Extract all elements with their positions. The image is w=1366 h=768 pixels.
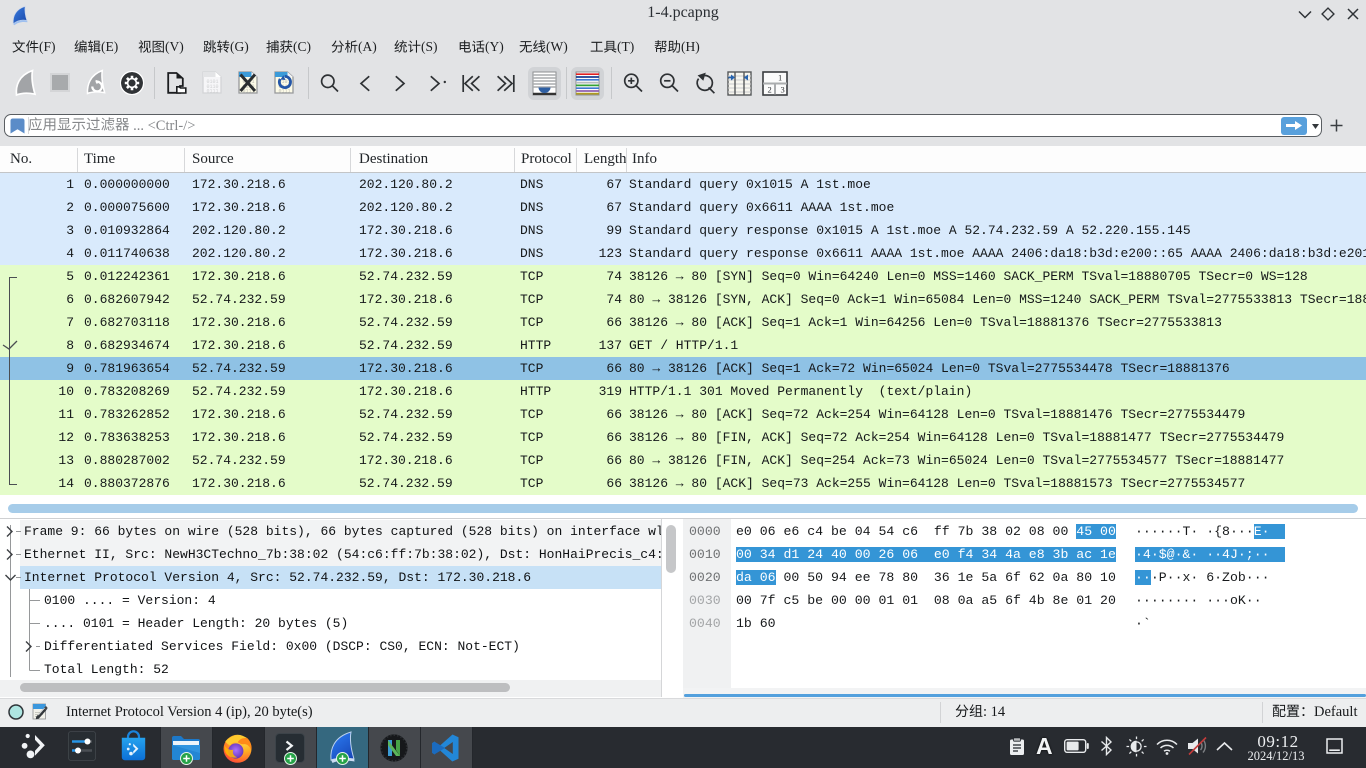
svg-text:0111: 0111 [279, 88, 291, 94]
svg-text:1: 1 [778, 72, 782, 82]
svg-text:2: 2 [768, 85, 772, 95]
svg-text:0111: 0111 [207, 88, 219, 94]
svg-text:3: 3 [781, 85, 785, 95]
